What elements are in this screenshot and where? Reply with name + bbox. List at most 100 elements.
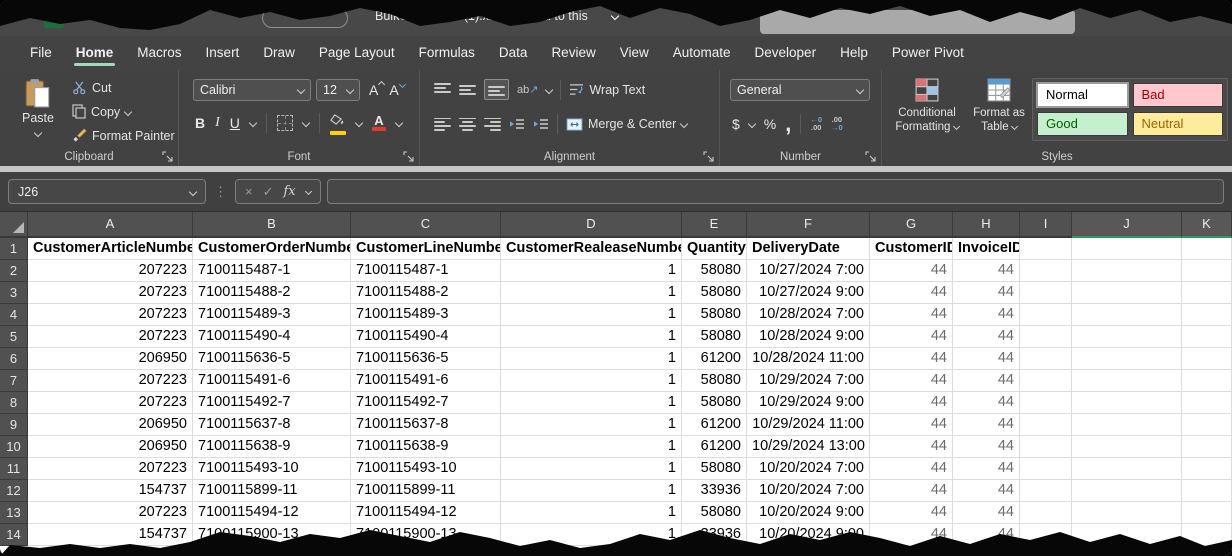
number-format-select[interactable]: General <box>730 79 870 101</box>
cell-B1[interactable]: CustomerOrderNumber <box>193 238 351 260</box>
cell-F7[interactable]: 10/29/2024 7:00 <box>747 370 870 392</box>
cell-D9[interactable]: 1 <box>501 414 682 436</box>
number-dialog-launcher-icon[interactable] <box>865 151 876 162</box>
clipboard-dialog-launcher-icon[interactable] <box>162 151 173 162</box>
cell-C5[interactable]: 7100115490-4 <box>351 326 501 348</box>
cell-C14[interactable]: 7100115900-13 <box>351 524 501 546</box>
bold-button[interactable]: B <box>195 115 205 131</box>
increase-font-size-button[interactable]: A <box>369 82 384 98</box>
cell-C9[interactable]: 7100115637-8 <box>351 414 501 436</box>
cell-I12[interactable] <box>1020 480 1072 502</box>
cell-F9[interactable]: 10/29/2024 11:00 <box>747 414 870 436</box>
cell-K2[interactable] <box>1182 260 1232 282</box>
cell-H13[interactable]: 44 <box>953 502 1020 524</box>
middle-align-button[interactable] <box>459 83 476 96</box>
cell-H1[interactable]: InvoiceID <box>953 238 1020 260</box>
cell-K3[interactable] <box>1182 282 1232 304</box>
search-box[interactable] <box>760 10 1075 34</box>
cell-G4[interactable]: 44 <box>870 304 953 326</box>
cell-F11[interactable]: 10/20/2024 7:00 <box>747 458 870 480</box>
column-header-H[interactable]: H <box>953 212 1020 238</box>
cell-J14[interactable] <box>1072 524 1182 546</box>
cell-H10[interactable]: 44 <box>953 436 1020 458</box>
cell-I1[interactable] <box>1020 238 1072 260</box>
cell-A10[interactable]: 206950 <box>28 436 193 458</box>
cell-H14[interactable]: 44 <box>953 524 1020 546</box>
alignment-dialog-launcher-icon[interactable] <box>703 151 714 162</box>
cell-H6[interactable]: 44 <box>953 348 1020 370</box>
cell-B9[interactable]: 7100115637-8 <box>193 414 351 436</box>
cell-K5[interactable] <box>1182 326 1232 348</box>
row-header-1[interactable]: 1 <box>0 238 28 260</box>
cell-E11[interactable]: 58080 <box>682 458 747 480</box>
menu-tab-developer[interactable]: Developer <box>743 37 829 69</box>
row-header-8[interactable]: 8 <box>0 392 28 414</box>
cell-B7[interactable]: 7100115491-6 <box>193 370 351 392</box>
cell-H12[interactable]: 44 <box>953 480 1020 502</box>
menu-tab-formulas[interactable]: Formulas <box>407 37 487 69</box>
decrease-font-size-button[interactable]: A <box>389 82 404 98</box>
fill-color-button[interactable] <box>330 112 346 135</box>
cell-D14[interactable]: 1 <box>501 524 682 546</box>
style-normal[interactable]: Normal <box>1037 83 1128 107</box>
cell-D10[interactable]: 1 <box>501 436 682 458</box>
cell-E3[interactable]: 58080 <box>682 282 747 304</box>
align-left-button[interactable] <box>434 118 451 131</box>
cell-J2[interactable] <box>1072 260 1182 282</box>
cell-F3[interactable]: 10/27/2024 9:00 <box>747 282 870 304</box>
cell-D8[interactable]: 1 <box>501 392 682 414</box>
menu-tab-data[interactable]: Data <box>487 37 540 69</box>
cell-C7[interactable]: 7100115491-6 <box>351 370 501 392</box>
cell-A6[interactable]: 206950 <box>28 348 193 370</box>
column-header-A[interactable]: A <box>28 212 193 238</box>
cell-D2[interactable]: 1 <box>501 260 682 282</box>
menu-tab-home[interactable]: Home <box>64 37 126 69</box>
cell-G3[interactable]: 44 <box>870 282 953 304</box>
cell-K6[interactable] <box>1182 348 1232 370</box>
cell-B13[interactable]: 7100115494-12 <box>193 502 351 524</box>
cell-K1[interactable] <box>1182 238 1232 260</box>
borders-button[interactable] <box>277 115 293 131</box>
menu-tab-help[interactable]: Help <box>828 37 880 69</box>
cell-D5[interactable]: 1 <box>501 326 682 348</box>
cell-G10[interactable]: 44 <box>870 436 953 458</box>
style-good[interactable]: Good <box>1037 112 1128 136</box>
column-header-F[interactable]: F <box>747 212 870 238</box>
cell-I13[interactable] <box>1020 502 1072 524</box>
underline-chevron-icon[interactable] <box>249 119 257 127</box>
cell-G12[interactable]: 44 <box>870 480 953 502</box>
formula-input[interactable] <box>327 179 1224 204</box>
cell-E8[interactable]: 58080 <box>682 392 747 414</box>
cell-J3[interactable] <box>1072 282 1182 304</box>
percent-format-button[interactable]: % <box>764 116 776 132</box>
column-header-C[interactable]: C <box>351 212 501 238</box>
cell-A1[interactable]: CustomerArticleNumber <box>28 238 193 260</box>
cell-C10[interactable]: 7100115638-9 <box>351 436 501 458</box>
cell-E14[interactable]: 33936 <box>682 524 747 546</box>
menu-tab-automate[interactable]: Automate <box>661 37 743 69</box>
cell-K4[interactable] <box>1182 304 1232 326</box>
menu-tab-draw[interactable]: Draw <box>251 37 307 69</box>
cell-K10[interactable] <box>1182 436 1232 458</box>
cell-E13[interactable]: 58080 <box>682 502 747 524</box>
cell-F10[interactable]: 10/29/2024 13:00 <box>747 436 870 458</box>
orientation-chevron-icon[interactable] <box>545 85 553 93</box>
format-as-table-button[interactable]: Format as Table <box>962 78 1036 134</box>
cell-A4[interactable]: 207223 <box>28 304 193 326</box>
column-header-K[interactable]: K <box>1182 212 1232 238</box>
cell-J10[interactable] <box>1072 436 1182 458</box>
cell-H8[interactable]: 44 <box>953 392 1020 414</box>
cell-A5[interactable]: 207223 <box>28 326 193 348</box>
align-center-button[interactable] <box>459 118 476 131</box>
merge-center-button[interactable]: Merge & Center <box>566 117 687 131</box>
cell-G13[interactable]: 44 <box>870 502 953 524</box>
name-box[interactable]: J26 <box>8 179 206 204</box>
cell-E9[interactable]: 61200 <box>682 414 747 436</box>
decrease-decimal-button[interactable]: .00→0 <box>831 116 843 132</box>
cell-H9[interactable]: 44 <box>953 414 1020 436</box>
cell-E6[interactable]: 61200 <box>682 348 747 370</box>
cell-K13[interactable] <box>1182 502 1232 524</box>
cell-E12[interactable]: 33936 <box>682 480 747 502</box>
cell-C4[interactable]: 7100115489-3 <box>351 304 501 326</box>
increase-indent-button[interactable] <box>533 118 549 130</box>
